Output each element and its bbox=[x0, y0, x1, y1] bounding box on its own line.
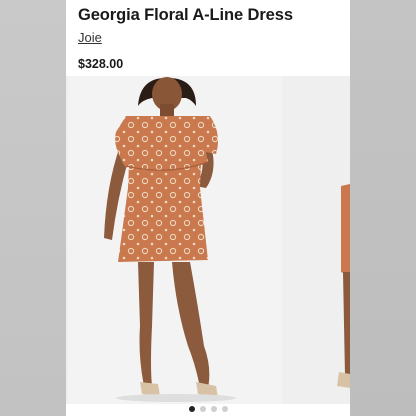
brand-link[interactable]: Joie bbox=[78, 30, 102, 45]
blurred-background-right bbox=[350, 0, 416, 416]
image-carousel[interactable] bbox=[66, 76, 350, 404]
product-image-main[interactable] bbox=[68, 76, 282, 404]
carousel-dot-1[interactable] bbox=[188, 406, 195, 412]
product-image-next[interactable] bbox=[285, 76, 350, 404]
carousel-pagination bbox=[66, 406, 350, 416]
blurred-background-left bbox=[0, 0, 66, 416]
carousel-dot-4[interactable] bbox=[221, 406, 228, 412]
product-title: Georgia Floral A-Line Dress bbox=[78, 6, 293, 24]
carousel-dot-2[interactable] bbox=[199, 406, 206, 412]
product-price: $328.00 bbox=[78, 57, 124, 71]
product-card: Georgia Floral A-Line Dress Joie $328.00 bbox=[66, 0, 350, 416]
carousel-dot-3[interactable] bbox=[210, 406, 217, 412]
